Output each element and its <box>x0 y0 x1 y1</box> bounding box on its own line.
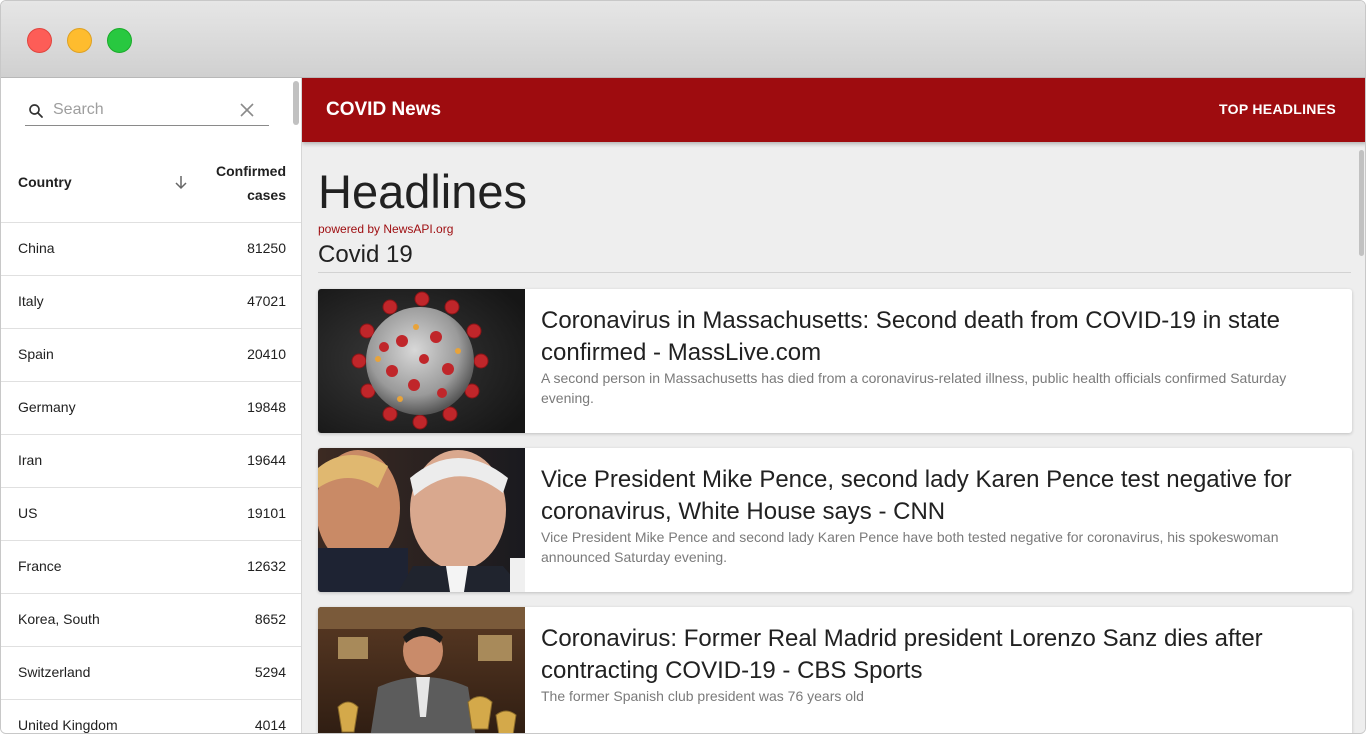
table-row[interactable]: Spain 20410 <box>1 329 301 382</box>
article-description: A second person in Massachusetts has die… <box>541 370 1287 406</box>
app-title: COVID News <box>326 99 442 120</box>
article-card[interactable]: Vice President Mike Pence, second lady K… <box>318 448 1352 592</box>
search-input[interactable] <box>53 98 233 122</box>
country-cell: Korea, South <box>18 611 100 627</box>
country-column-header[interactable]: Country <box>18 174 72 190</box>
minimize-window-button[interactable] <box>67 28 92 53</box>
country-cell: Germany <box>18 399 76 415</box>
search-box <box>25 96 269 126</box>
article-card[interactable]: Coronavirus in Massachusetts: Second dea… <box>318 289 1352 433</box>
page-title: Headlines <box>318 165 528 218</box>
arrow-down-icon[interactable] <box>173 174 189 190</box>
cases-cell: 5294 <box>254 664 286 680</box>
cases-cell: 4014 <box>254 717 286 733</box>
article-image <box>318 448 525 592</box>
table-row[interactable]: China 81250 <box>1 223 301 276</box>
close-window-button[interactable] <box>27 28 52 53</box>
country-cell: France <box>18 558 62 574</box>
table-row[interactable]: Italy 47021 <box>1 276 301 329</box>
article-description: The former Spanish club president was 76… <box>541 688 864 704</box>
country-cell: Spain <box>18 346 54 362</box>
divider <box>318 272 1351 273</box>
cases-sidebar: Country Confirmed cases China 81250 Italy… <box>1 78 302 733</box>
cases-cell: 47021 <box>247 293 286 309</box>
table-row[interactable]: Germany 19848 <box>1 382 301 435</box>
table-row[interactable]: Korea, South 8652 <box>1 594 301 647</box>
title-bar <box>1 1 1365 78</box>
cases-cell: 8652 <box>254 611 286 627</box>
sidebar-scrollbar[interactable] <box>293 81 299 125</box>
search-icon <box>29 104 43 118</box>
article-title[interactable]: Coronavirus in Massachusetts: Second dea… <box>541 305 1331 369</box>
country-cell: United Kingdom <box>18 717 118 733</box>
cases-cell: 19101 <box>247 505 286 521</box>
top-headlines-button[interactable]: TOP HEADLINES <box>1219 101 1336 117</box>
country-cell: China <box>18 240 55 256</box>
main-scrollbar[interactable] <box>1359 150 1364 256</box>
cases-cell: 19848 <box>247 399 286 415</box>
article-image <box>318 289 525 433</box>
cases-cell: 12632 <box>247 558 286 574</box>
cases-table-body: China 81250 Italy 47021 Spain 20410 Germany… <box>1 223 301 733</box>
table-row[interactable]: Switzerland 5294 <box>1 647 301 700</box>
article-card[interactable]: Coronavirus: Former Real Madrid presiden… <box>318 607 1352 733</box>
table-row[interactable]: France 12632 <box>1 541 301 594</box>
zoom-window-button[interactable] <box>107 28 132 53</box>
cases-cell: 81250 <box>247 240 286 256</box>
app-bar: COVID News TOP HEADLINES <box>302 78 1365 142</box>
country-cell: Switzerland <box>18 664 91 680</box>
powered-by-link[interactable]: powered by NewsAPI.org <box>318 222 453 236</box>
cases-column-header[interactable]: Confirmed cases <box>196 159 286 207</box>
article-title[interactable]: Coronavirus: Former Real Madrid presiden… <box>541 623 1331 687</box>
country-cell: Iran <box>18 452 43 468</box>
app-window: Country Confirmed cases China 81250 Italy… <box>0 0 1366 734</box>
topic-title: Covid 19 <box>318 241 413 268</box>
article-description: Vice President Mike Pence and second lad… <box>541 529 1279 565</box>
close-icon[interactable] <box>239 102 255 118</box>
table-row[interactable]: United Kingdom 4014 <box>1 700 301 733</box>
table-row[interactable]: Iran 19644 <box>1 435 301 488</box>
country-cell: US <box>18 505 38 521</box>
news-main: COVID News TOP HEADLINES Headlines power… <box>302 78 1365 733</box>
table-row[interactable]: US 19101 <box>1 488 301 541</box>
article-image <box>318 607 525 733</box>
country-cell: Italy <box>18 293 44 309</box>
cases-cell: 20410 <box>247 346 286 362</box>
table-header: Country Confirmed cases <box>1 149 301 223</box>
cases-cell: 19644 <box>247 452 286 468</box>
article-title[interactable]: Vice President Mike Pence, second lady K… <box>541 464 1331 528</box>
